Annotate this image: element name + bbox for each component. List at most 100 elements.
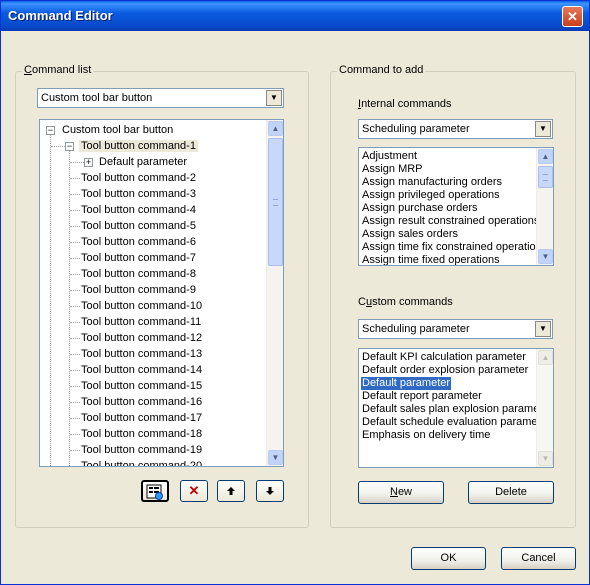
command-list-legend: Command list — [22, 64, 94, 76]
tree-item[interactable]: Tool button command-12 — [40, 330, 267, 346]
command-to-add-legend: Command to add — [337, 64, 426, 76]
move-down-button[interactable] — [256, 480, 284, 502]
tree-item[interactable]: Tool button command-17 — [40, 410, 267, 426]
internal-list-scrollbar[interactable]: ▲ ▼ — [536, 148, 553, 265]
move-up-button[interactable] — [217, 480, 245, 502]
expand-icon[interactable]: + — [84, 158, 93, 167]
internal-combo-value: Scheduling parameter — [362, 123, 470, 135]
properties-icon — [146, 484, 164, 503]
tree-item[interactable]: Tool button command-9 — [40, 282, 267, 298]
tree-item-label: Tool button command-13 — [81, 348, 203, 360]
tree-scrollbar[interactable]: ▲ ▼ — [266, 120, 283, 466]
tree-selected-label: Tool button command-1 — [79, 140, 198, 152]
tree-item[interactable]: Tool button command-8 — [40, 266, 267, 282]
ok-button[interactable]: OK — [411, 547, 486, 570]
list-item[interactable]: Adjustment — [361, 150, 418, 163]
close-button[interactable]: ✕ — [562, 6, 583, 27]
chevron-down-icon[interactable]: ▼ — [535, 121, 551, 137]
tree-item[interactable]: Tool button command-6 — [40, 234, 267, 250]
custom-combo-value: Scheduling parameter — [362, 323, 470, 335]
command-editor-window: Command Editor ✕ Command list Custom too… — [0, 0, 590, 585]
tree-item-label: Tool button command-5 — [81, 220, 196, 232]
new-button[interactable]: New — [358, 481, 444, 504]
command-tree[interactable]: − Custom tool bar button − Tool button c… — [39, 119, 284, 467]
tree-item[interactable]: Tool button command-3 — [40, 186, 267, 202]
custom-commands-label: Custom commands — [358, 296, 453, 308]
list-item[interactable]: Default report parameter — [361, 390, 483, 403]
close-icon: ✕ — [567, 9, 578, 24]
chevron-down-icon[interactable]: ▼ — [535, 321, 551, 337]
internal-commands-list[interactable]: Adjustment Assign MRP Assign manufacturing… — [358, 147, 554, 266]
tree-item[interactable]: Tool button command-2 — [40, 170, 267, 186]
tree-item[interactable]: Tool button command-14 — [40, 362, 267, 378]
internal-commands-label: Internal commands — [358, 98, 452, 110]
scroll-up-icon[interactable]: ▲ — [538, 149, 553, 164]
tree-item[interactable]: Tool button command-5 — [40, 218, 267, 234]
tree-row-selected[interactable]: − Tool button command-1 — [40, 138, 267, 154]
scroll-down-icon: ▼ — [538, 451, 553, 466]
list-item[interactable]: Assign purchase orders — [361, 202, 479, 215]
list-item[interactable]: Default schedule evaluation parameter — [361, 416, 537, 429]
scroll-up-icon: ▲ — [538, 350, 553, 365]
list-item[interactable]: Assign result constrained operations — [361, 215, 537, 228]
tree-item[interactable]: Tool button command-13 — [40, 346, 267, 362]
tree-child-row[interactable]: + Default parameter — [40, 154, 267, 170]
tree-item[interactable]: Tool button command-7 — [40, 250, 267, 266]
tree-item[interactable]: Tool button command-16 — [40, 394, 267, 410]
list-item[interactable]: Assign MRP — [361, 163, 424, 176]
list-item[interactable]: Emphasis on delivery time — [361, 429, 491, 442]
delete-command-button[interactable]: ✕ — [180, 480, 208, 502]
tree-item[interactable]: Tool button command-15 — [40, 378, 267, 394]
tree-item-label: Tool button command-16 — [81, 396, 203, 408]
list-item[interactable]: Default sales plan explosion parameter — [361, 403, 537, 416]
custom-commands-combo[interactable]: Scheduling parameter ▼ — [358, 319, 553, 339]
list-item[interactable]: Assign privileged operations — [361, 189, 501, 202]
command-list-combo-value: Custom tool bar button — [41, 92, 153, 104]
tree-child-label: Default parameter — [99, 156, 188, 168]
tree-item[interactable]: Tool button command-4 — [40, 202, 267, 218]
move-down-icon — [265, 484, 275, 499]
tree-item-label: Tool button command-17 — [81, 412, 203, 424]
custom-commands-list[interactable]: Default KPI calculation parameter Default… — [358, 348, 554, 468]
move-up-icon — [226, 484, 236, 499]
scroll-up-icon[interactable]: ▲ — [268, 121, 283, 136]
tree-item-label: Tool button command-12 — [81, 332, 203, 344]
list-item[interactable]: Default order explosion parameter — [361, 364, 529, 377]
collapse-icon[interactable]: − — [46, 126, 55, 135]
cancel-button[interactable]: Cancel — [501, 547, 576, 570]
scroll-down-icon[interactable]: ▼ — [538, 249, 553, 264]
tree-item-label: Tool button command-7 — [81, 252, 196, 264]
tree-root-label: Custom tool bar button — [62, 124, 174, 136]
tree-item-label: Tool button command-8 — [81, 268, 196, 280]
scroll-thumb[interactable] — [268, 138, 283, 266]
tree-item-label: Tool button command-19 — [81, 444, 203, 456]
tree-item[interactable]: Tool button command-19 — [40, 442, 267, 458]
scroll-thumb[interactable] — [538, 166, 553, 188]
tree-item-label: Tool button command-15 — [81, 380, 203, 392]
internal-commands-combo[interactable]: Scheduling parameter ▼ — [358, 119, 553, 139]
tree-item[interactable]: Tool button command-11 — [40, 314, 267, 330]
tree-root-row[interactable]: − Custom tool bar button — [40, 122, 267, 138]
command-list-combo[interactable]: Custom tool bar button ▼ — [37, 88, 284, 108]
scroll-down-icon[interactable]: ▼ — [268, 450, 283, 465]
list-item[interactable]: Assign sales orders — [361, 228, 459, 241]
tree-item-label: Tool button command-2 — [81, 172, 196, 184]
tree-item[interactable]: Tool button command-20 — [40, 458, 267, 467]
delete-button[interactable]: Delete — [468, 481, 554, 504]
list-item[interactable]: Default KPI calculation parameter — [361, 351, 527, 364]
list-item[interactable]: Assign time fix constrained operations — [361, 241, 537, 254]
tree-item-label: Tool button command-4 — [81, 204, 196, 216]
collapse-icon[interactable]: − — [65, 142, 74, 151]
tree-item[interactable]: Tool button command-10 — [40, 298, 267, 314]
title-bar[interactable]: Command Editor ✕ — [1, 1, 589, 31]
chevron-down-icon[interactable]: ▼ — [266, 90, 282, 106]
list-item[interactable]: Default parameter — [361, 377, 452, 390]
tree-item-label: Tool button command-20 — [81, 460, 203, 467]
tree-item-label: Tool button command-14 — [81, 364, 203, 376]
custom-list-scrollbar: ▲ ▼ — [536, 349, 553, 467]
list-item[interactable]: Assign manufacturing orders — [361, 176, 503, 189]
tree-item[interactable]: Tool button command-18 — [40, 426, 267, 442]
tree-item-label: Tool button command-18 — [81, 428, 203, 440]
list-item[interactable]: Assign time fixed operations — [361, 254, 501, 265]
properties-button[interactable] — [141, 480, 169, 502]
